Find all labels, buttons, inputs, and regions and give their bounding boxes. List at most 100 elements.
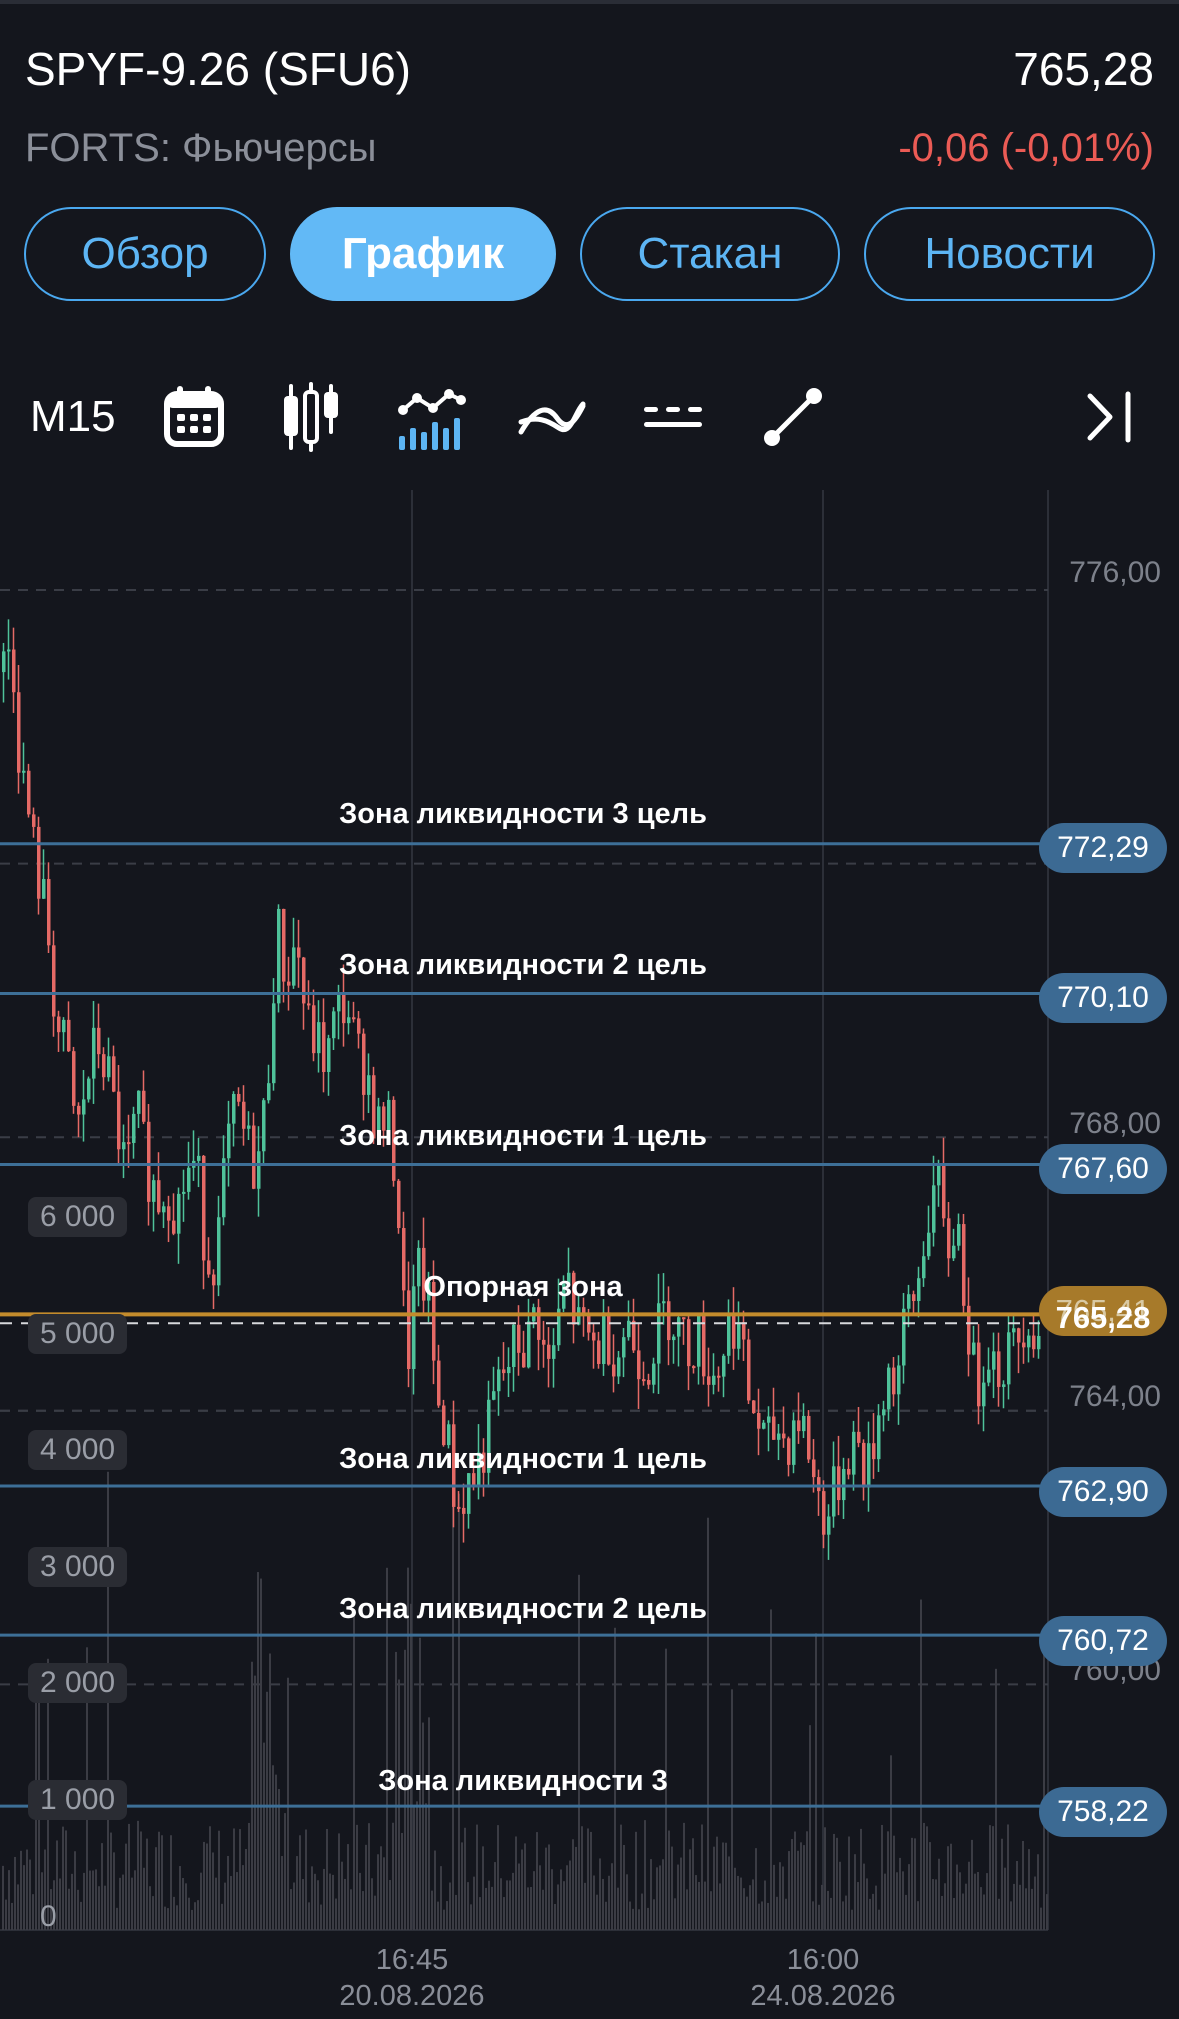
volume-bar bbox=[656, 1867, 658, 1930]
level-price-label[interactable]: 772,29 bbox=[1039, 823, 1167, 873]
volume-bar bbox=[578, 1574, 580, 1930]
volume-bar bbox=[203, 1841, 205, 1930]
candle-body bbox=[727, 1312, 731, 1356]
volume-bar bbox=[233, 1828, 235, 1930]
candle-body bbox=[992, 1351, 996, 1370]
volume-bar bbox=[959, 1872, 961, 1930]
candle-body bbox=[292, 947, 296, 986]
candle-body bbox=[707, 1376, 711, 1385]
volume-bar bbox=[158, 1831, 160, 1930]
horizontal-lines-icon[interactable] bbox=[638, 382, 708, 452]
volume-bar bbox=[842, 1901, 844, 1930]
volume-bar bbox=[806, 1831, 808, 1930]
volume-bar bbox=[134, 1870, 136, 1930]
volume-bar bbox=[440, 1866, 442, 1930]
candle-body bbox=[622, 1337, 626, 1358]
volume-bar bbox=[275, 1774, 277, 1930]
volume-bar bbox=[482, 1846, 484, 1930]
level-price-label[interactable]: 758,22 bbox=[1039, 1787, 1167, 1837]
timeframe-selector[interactable]: M15 bbox=[30, 392, 116, 442]
volume-bar bbox=[1001, 1838, 1003, 1930]
scroll-to-end-icon[interactable] bbox=[1072, 382, 1142, 452]
volume-bar bbox=[125, 1843, 127, 1930]
volume-bar bbox=[323, 1868, 325, 1930]
level-price-label[interactable]: 770,10 bbox=[1039, 973, 1167, 1023]
volume-bar bbox=[530, 1887, 532, 1930]
volume-bar bbox=[866, 1878, 868, 1930]
volume-bar bbox=[167, 1908, 169, 1930]
candle-body bbox=[702, 1315, 706, 1377]
volume-axis-tick: 1 000 bbox=[28, 1780, 128, 1820]
candle-body bbox=[682, 1317, 686, 1320]
volume-bar bbox=[950, 1843, 952, 1930]
candle-body bbox=[67, 1019, 71, 1052]
volume-bar bbox=[911, 1837, 913, 1930]
volume-bar bbox=[608, 1875, 610, 1930]
volume-bar bbox=[212, 1852, 214, 1930]
candle-body bbox=[612, 1364, 616, 1377]
candle-body bbox=[747, 1339, 751, 1401]
tab-overview[interactable]: Обзор bbox=[24, 207, 266, 301]
volume-bar bbox=[980, 1887, 982, 1930]
volume-bar bbox=[119, 1877, 121, 1930]
volume-bar bbox=[251, 1661, 253, 1930]
volume-bar bbox=[350, 1889, 352, 1930]
volume-bar bbox=[281, 1856, 283, 1930]
level-price-label[interactable]: 762,90 bbox=[1039, 1467, 1167, 1517]
volume-bar bbox=[374, 1895, 376, 1930]
price-chart[interactable]: 776,00 768,00 764,00 760,00 6 000 5 000 … bbox=[0, 490, 1179, 2019]
candle-body bbox=[1027, 1335, 1031, 1348]
candlestick-icon[interactable] bbox=[276, 382, 346, 452]
volume-bar bbox=[416, 1801, 418, 1930]
candle-body bbox=[42, 879, 46, 899]
indicators-icon[interactable] bbox=[397, 382, 467, 452]
tab-chart[interactable]: График bbox=[290, 207, 556, 301]
time-axis-date: 24.08.2026 bbox=[750, 1980, 896, 2012]
volume-axis-tick: 2 000 bbox=[28, 1663, 128, 1703]
candle-body bbox=[307, 1003, 311, 1006]
candle-body bbox=[522, 1352, 526, 1368]
volume-axis-tick: 4 000 bbox=[28, 1430, 128, 1470]
candle-body bbox=[232, 1093, 236, 1124]
volume-bar bbox=[284, 1813, 286, 1930]
volume-bar bbox=[1031, 1888, 1033, 1930]
calendar-icon[interactable] bbox=[159, 382, 229, 452]
candle-body bbox=[962, 1224, 966, 1306]
volume-bar bbox=[704, 1881, 706, 1930]
candle-body bbox=[157, 1180, 161, 1213]
volume-bar bbox=[659, 1865, 661, 1930]
candle-body bbox=[222, 1158, 226, 1218]
candle-body bbox=[912, 1294, 916, 1302]
volume-bar bbox=[914, 1838, 916, 1930]
trendline-icon[interactable] bbox=[758, 382, 828, 452]
volume-bar bbox=[200, 1872, 202, 1930]
candle-body bbox=[492, 1391, 496, 1400]
volume-bar bbox=[695, 1875, 697, 1930]
volume-bar bbox=[1010, 1901, 1012, 1930]
volume-bar bbox=[116, 1907, 118, 1930]
zone-label: Зона ликвидности 3 цель bbox=[339, 798, 707, 830]
candle-body bbox=[162, 1206, 166, 1213]
moving-average-icon[interactable] bbox=[517, 382, 587, 452]
candle-body bbox=[817, 1477, 821, 1492]
volume-bar bbox=[803, 1845, 805, 1930]
volume-bar bbox=[188, 1897, 190, 1930]
volume-bar bbox=[431, 1890, 433, 1930]
volume-bar bbox=[317, 1880, 319, 1930]
volume-bar bbox=[254, 1675, 256, 1930]
tab-order-book[interactable]: Стакан bbox=[580, 207, 840, 301]
level-price-label[interactable]: 767,60 bbox=[1039, 1144, 1167, 1194]
volume-bar bbox=[605, 1901, 607, 1930]
tab-news[interactable]: Новости bbox=[864, 207, 1155, 301]
volume-bar bbox=[392, 1822, 394, 1930]
volume-bar bbox=[698, 1881, 700, 1930]
candle-body bbox=[932, 1185, 936, 1233]
volume-bar bbox=[467, 1882, 469, 1930]
candle-body bbox=[927, 1232, 931, 1257]
volume-bar bbox=[626, 1874, 628, 1930]
volume-bar bbox=[176, 1905, 178, 1930]
volume-axis-tick: 5 000 bbox=[28, 1314, 128, 1354]
volume-bar bbox=[938, 1858, 940, 1930]
level-price-label[interactable]: 760,72 bbox=[1039, 1616, 1167, 1666]
volume-bar bbox=[1037, 1854, 1039, 1930]
